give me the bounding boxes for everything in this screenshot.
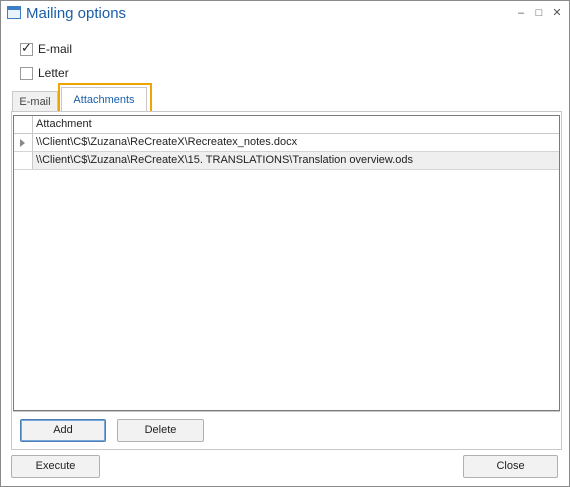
divider (13, 411, 560, 412)
tab-email[interactable]: E-mail (12, 91, 58, 111)
row-indicator-header (14, 116, 33, 133)
mailing-options-window: Mailing options – □ ✕ ✓ E-mail Letter E-… (0, 0, 570, 487)
email-checkbox-label: E-mail (38, 42, 73, 56)
execute-button[interactable]: Execute (11, 455, 100, 478)
table-row[interactable]: \\Client\C$\Zuzana\ReCreateX\15. TRANSLA… (14, 152, 559, 170)
row-indicator[interactable] (14, 134, 33, 151)
tab-attachments[interactable]: Attachments (61, 87, 147, 114)
letter-checkbox[interactable] (20, 66, 33, 80)
window-icon (7, 6, 21, 19)
checkmark-icon: ✓ (21, 39, 32, 55)
email-checkbox[interactable]: ✓ (20, 39, 33, 56)
attachment-path-cell[interactable]: \\Client\C$\Zuzana\ReCreateX\15. TRANSLA… (36, 154, 413, 166)
email-checkbox-row[interactable]: ✓ E-mail (20, 41, 72, 57)
column-header-attachment[interactable]: Attachment (36, 118, 92, 130)
attachments-panel: Attachment \\Client\C$\Zuzana\ReCreateX\… (11, 111, 562, 450)
table-row[interactable]: \\Client\C$\Zuzana\ReCreateX\Recreatex_n… (14, 134, 559, 152)
row-indicator[interactable] (14, 152, 33, 169)
attachments-grid: Attachment \\Client\C$\Zuzana\ReCreateX\… (13, 115, 560, 411)
close-button[interactable]: Close (463, 455, 558, 478)
close-icon[interactable]: ✕ (549, 5, 565, 21)
minimize-icon[interactable]: – (513, 5, 529, 21)
add-button[interactable]: Add (20, 419, 106, 442)
grid-header: Attachment (14, 116, 559, 134)
letter-checkbox-row[interactable]: Letter (20, 65, 69, 81)
current-row-arrow-icon (20, 139, 25, 147)
attachment-path-cell[interactable]: \\Client\C$\Zuzana\ReCreateX\Recreatex_n… (36, 136, 297, 148)
letter-checkbox-label: Letter (38, 66, 69, 80)
window-title: Mailing options (26, 5, 127, 22)
restore-icon[interactable]: □ (531, 5, 547, 21)
delete-button[interactable]: Delete (117, 419, 204, 442)
title-bar: Mailing options – □ ✕ (1, 1, 569, 27)
